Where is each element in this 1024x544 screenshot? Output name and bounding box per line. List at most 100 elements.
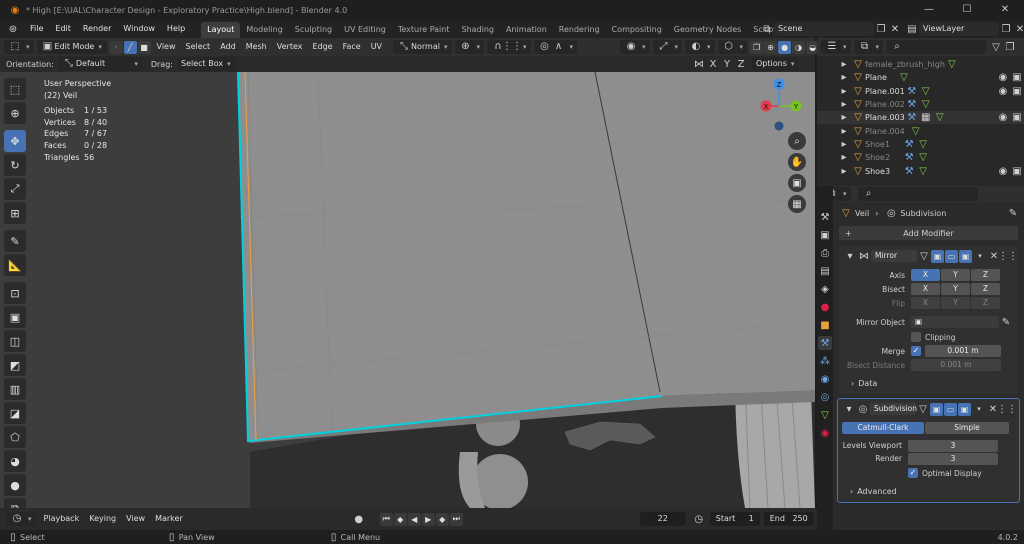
expand-arrow-icon[interactable]: ▸: [837, 84, 851, 98]
menu-face[interactable]: Face: [338, 38, 366, 56]
tab-modeling[interactable]: Modeling: [240, 22, 288, 38]
render-tab-icon[interactable]: ▣: [818, 228, 832, 242]
jump-start-button[interactable]: ⏮: [379, 512, 393, 526]
menu-vertex[interactable]: Vertex: [272, 38, 308, 56]
inset-tool[interactable]: ◫: [4, 330, 26, 352]
viewport-toggle[interactable]: ▭: [944, 402, 957, 416]
expand-arrow-icon[interactable]: ▸: [837, 137, 851, 151]
expand-arrow-icon[interactable]: ▸: [837, 164, 851, 178]
expand-arrow-icon[interactable]: ▸: [837, 58, 851, 72]
scene-icon[interactable]: ⧉: [760, 22, 774, 36]
particles-tab-icon[interactable]: ⁂: [818, 354, 832, 368]
menu-render[interactable]: Render: [77, 20, 117, 38]
tab-layout[interactable]: Layout: [201, 22, 241, 38]
outliner-item-plane-002[interactable]: ▸ ▽ Plane.002 ⚒ ▽: [817, 98, 1024, 111]
annotate-tool[interactable]: ✎: [4, 230, 26, 252]
extrude-tool[interactable]: ▣: [4, 306, 26, 328]
eye-icon[interactable]: ◉: [996, 84, 1010, 98]
jump-keyframe-back-button[interactable]: ◆: [393, 512, 407, 526]
viewport-canvas[interactable]: [0, 72, 815, 508]
camera-render-icon[interactable]: ▣: [1010, 84, 1024, 98]
snap-dropdown[interactable]: ∩ ⋮⋮ ▾: [487, 40, 531, 54]
menu-uv[interactable]: UV: [366, 38, 387, 56]
menu-view[interactable]: View: [152, 38, 181, 56]
loop-cut-tool[interactable]: ▥: [4, 378, 26, 400]
clipping-checkbox[interactable]: [911, 332, 921, 342]
frame-end-field[interactable]: End 250: [763, 512, 814, 526]
render-levels-field[interactable]: 3: [908, 452, 998, 465]
bevel-tool[interactable]: ◩: [4, 354, 26, 376]
modifier-tab-icon[interactable]: ⚒: [818, 336, 832, 350]
world-tab-icon[interactable]: ●: [818, 300, 832, 314]
catmull-clark-button[interactable]: Catmull-Clark: [842, 422, 924, 434]
filter-icon[interactable]: ▽: [989, 40, 1003, 54]
tab-compositing[interactable]: Compositing: [606, 22, 668, 38]
new-collection-icon[interactable]: ❐: [1003, 40, 1017, 54]
outliner-item-shoe1[interactable]: ▸ ▽ Shoe1 ⚒ ▽: [817, 138, 1024, 151]
expand-arrow-icon[interactable]: ▸: [837, 98, 851, 112]
tab-animation[interactable]: Animation: [500, 22, 553, 38]
view-layer-field[interactable]: ViewLayer: [919, 22, 999, 36]
drag-dropdown[interactable]: Select Box ▾: [176, 57, 235, 71]
drag-handle-icon[interactable]: ⋮⋮: [998, 249, 1018, 263]
output-tab-icon[interactable]: ⎙: [818, 246, 832, 260]
view-layer-icon[interactable]: ▤: [905, 22, 919, 36]
levels-viewport-field[interactable]: 3: [908, 439, 998, 452]
play-reverse-button[interactable]: ◀: [407, 512, 421, 526]
outliner-item-shoe3[interactable]: ▸ ▽ Shoe3 ⚒ ▽ ◉ ▣: [817, 164, 1024, 177]
merge-distance-field[interactable]: 0.001 m: [925, 345, 1001, 357]
navigation-gizmo[interactable]: X Y Z: [756, 76, 806, 136]
scene-tab-icon[interactable]: ◈: [818, 282, 832, 296]
select-box-tool[interactable]: ⬚: [4, 78, 26, 100]
outliner-search[interactable]: ⌕: [886, 40, 987, 54]
pivot-dropdown[interactable]: ⊕ ▾: [454, 40, 485, 54]
rotate-tool[interactable]: ↻: [4, 154, 26, 176]
tab-uv-editing[interactable]: UV Editing: [338, 22, 392, 38]
pan-hand-icon[interactable]: ✋: [788, 153, 806, 171]
proportional-edit-dropdown[interactable]: ◎ ∧ ▾: [533, 40, 578, 54]
menu-mesh[interactable]: Mesh: [241, 38, 272, 56]
outliner-item-female-zbrush-high[interactable]: ▸ ▽ female_zbrush_high ▽: [817, 58, 1024, 71]
material-shading-button[interactable]: ◑: [792, 40, 806, 54]
maximize-button[interactable]: ☐: [948, 0, 986, 20]
eyedropper-icon[interactable]: ✎: [999, 315, 1013, 329]
solid-shading-button[interactable]: ●: [778, 40, 792, 54]
minimize-button[interactable]: —: [910, 0, 948, 20]
on-cage-icon[interactable]: ▽: [916, 402, 930, 416]
transform-tool[interactable]: ⊞: [4, 202, 26, 224]
knife-tool[interactable]: ◪: [4, 402, 26, 424]
optimal-display-checkbox[interactable]: ✓: [908, 468, 918, 478]
dropdown-menu-icon[interactable]: ▾: [972, 402, 986, 416]
viewport-toggle[interactable]: ▭: [945, 249, 958, 263]
physics-tab-icon[interactable]: ◉: [818, 372, 832, 386]
merge-checkbox[interactable]: ✓: [911, 346, 921, 356]
data-tab-icon[interactable]: ▽: [818, 408, 832, 422]
object-tab-icon[interactable]: ■: [818, 318, 832, 332]
close-button[interactable]: ✕: [986, 0, 1024, 20]
eye-icon[interactable]: ◉: [996, 164, 1010, 178]
advanced-subpanel[interactable]: › Advanced: [838, 484, 1019, 498]
menu-marker[interactable]: Marker: [150, 510, 188, 528]
options-dropdown[interactable]: Options ▾: [752, 57, 799, 71]
wireframe-shading-button[interactable]: ⊕: [764, 40, 778, 54]
move-tool[interactable]: ✥: [4, 130, 26, 152]
tab-shading[interactable]: Shading: [455, 22, 500, 38]
vertex-select-button[interactable]: ·: [109, 40, 123, 54]
transform-orientation-dropdown[interactable]: ⤡ Normal ▾: [393, 40, 452, 54]
menu-edge[interactable]: Edge: [307, 38, 337, 56]
menu-playback[interactable]: Playback: [39, 510, 85, 528]
record-icon[interactable]: ●: [352, 512, 366, 526]
tab-sculpting[interactable]: Sculpting: [289, 22, 338, 38]
orientation-dropdown[interactable]: ⤡ Default ▾: [57, 57, 142, 71]
zoom-icon[interactable]: ⌕: [788, 132, 806, 150]
timeline-editor-type[interactable]: ◷ ▾: [6, 512, 36, 526]
editmode-toggle[interactable]: ▣: [931, 249, 944, 263]
edge-select-button[interactable]: ╱: [123, 40, 137, 54]
menu-edit[interactable]: Edit: [49, 20, 77, 38]
expand-arrow-icon[interactable]: ▸: [837, 71, 851, 85]
camera-render-icon[interactable]: ▣: [1010, 164, 1024, 178]
overlay-dropdown[interactable]: ◐ ▾: [685, 40, 715, 54]
menu-add[interactable]: Add: [215, 38, 241, 56]
simple-button[interactable]: Simple: [925, 422, 1009, 434]
mesh-overlay-dropdown[interactable]: ⬡ ▾: [717, 40, 748, 54]
